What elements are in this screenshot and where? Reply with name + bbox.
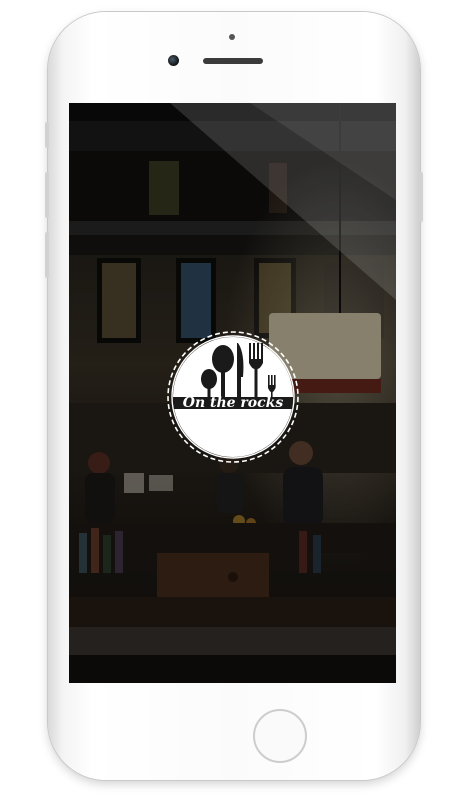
brand-name: On the rocks xyxy=(182,395,284,411)
power-button xyxy=(419,172,423,222)
proximity-sensor xyxy=(229,34,235,40)
front-camera-icon xyxy=(168,55,179,66)
brand-logo: On the rocks xyxy=(167,331,299,463)
volume-up-button xyxy=(45,172,49,218)
home-button[interactable] xyxy=(253,709,307,763)
volume-down-button xyxy=(45,232,49,278)
mute-switch xyxy=(45,122,49,148)
splash-screen: On the rocks xyxy=(69,103,396,683)
earpiece-speaker xyxy=(203,58,263,64)
